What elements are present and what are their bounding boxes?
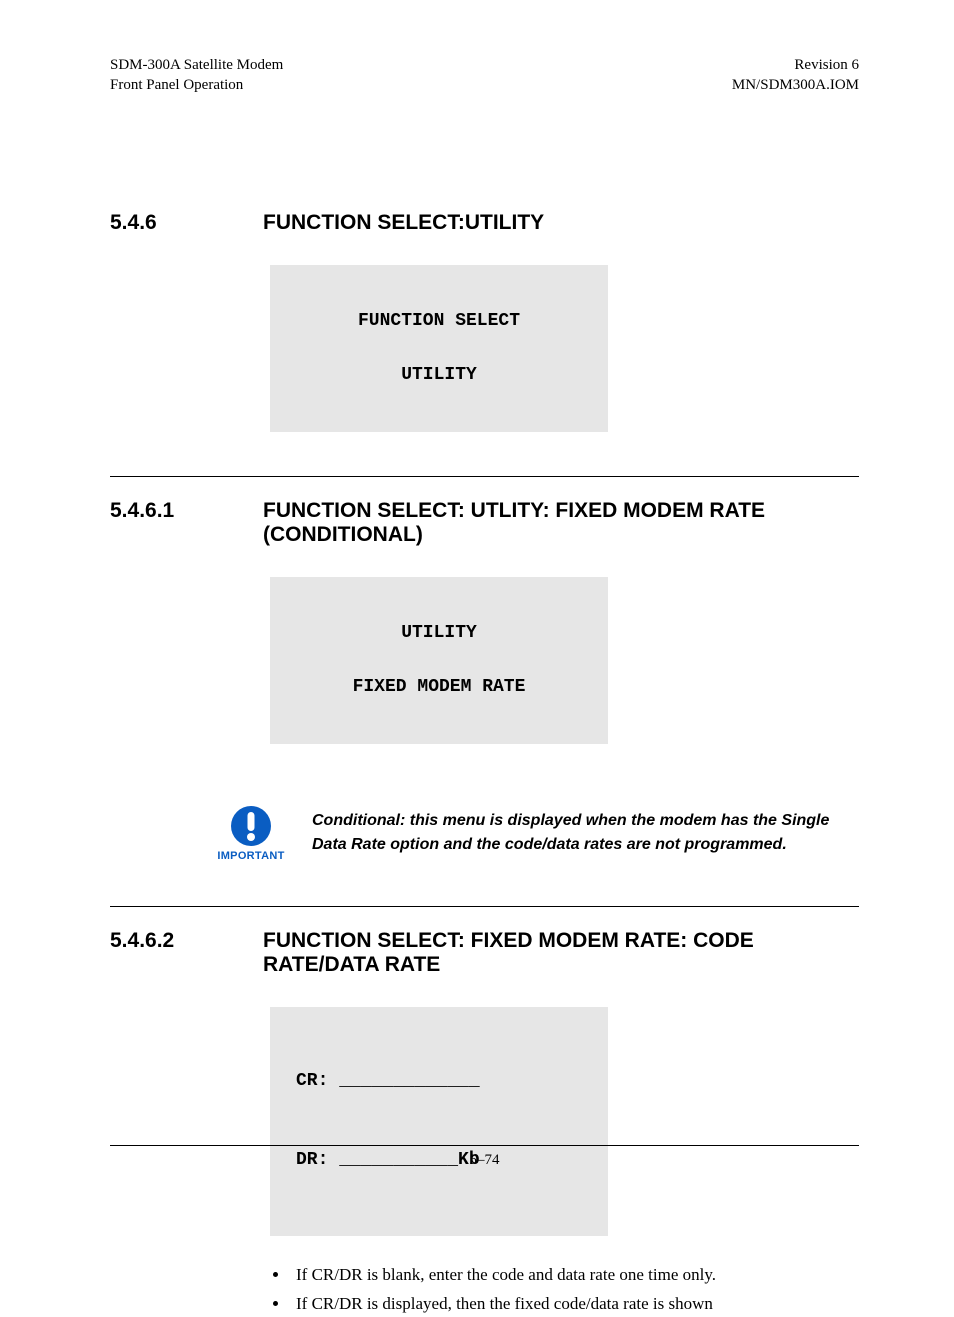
page-header: SDM-300A Satellite Modem Front Panel Ope…	[110, 55, 859, 96]
instruction-list: If CR/DR is blank, enter the code and da…	[290, 1262, 859, 1317]
header-product: SDM-300A Satellite Modem	[110, 55, 283, 75]
section-heading-546: 5.4.6 FUNCTION SELECT:UTILITY	[110, 211, 859, 235]
lcd-line-1: FUNCTION SELECT	[280, 308, 598, 335]
section-title: FUNCTION SELECT: FIXED MODEM RATE: CODE …	[263, 929, 859, 977]
header-revision: Revision 6	[732, 55, 859, 75]
lcd-display-5462: CR: _____________ DR: ___________Kb	[270, 1007, 608, 1237]
lcd-line-cr: CR: _____________	[296, 1062, 582, 1102]
lcd-line-1: UTILITY	[280, 620, 598, 647]
list-item: If CR/DR is blank, enter the code and da…	[290, 1262, 859, 1288]
lcd-display-546: FUNCTION SELECT UTILITY	[270, 265, 608, 432]
list-item: If CR/DR is displayed, then the fixed co…	[290, 1291, 859, 1317]
footer-rule	[110, 1145, 859, 1146]
important-icon: IMPORTANT	[220, 804, 282, 862]
header-docnum: MN/SDM300A.IOM	[732, 75, 859, 95]
lcd-display-5461: UTILITY FIXED MODEM RATE	[270, 577, 608, 744]
section-number: 5.4.6.2	[110, 929, 263, 977]
section-heading-5461: 5.4.6.1 FUNCTION SELECT: UTLITY: FIXED M…	[110, 499, 859, 547]
page-number: 5–74	[470, 1152, 500, 1168]
section-number: 5.4.6.1	[110, 499, 263, 547]
page-footer: 5–74	[110, 1145, 859, 1169]
important-note: IMPORTANT Conditional: this menu is disp…	[220, 804, 859, 862]
header-subtitle: Front Panel Operation	[110, 75, 283, 95]
divider	[110, 476, 859, 477]
section-title: FUNCTION SELECT:UTILITY	[263, 211, 859, 235]
section-number: 5.4.6	[110, 211, 263, 235]
divider	[110, 906, 859, 907]
section-heading-5462: 5.4.6.2 FUNCTION SELECT: FIXED MODEM RAT…	[110, 929, 859, 977]
lcd-line-2: UTILITY	[280, 362, 598, 389]
section-title: FUNCTION SELECT: UTLITY: FIXED MODEM RAT…	[263, 499, 859, 547]
important-text: Conditional: this menu is displayed when…	[312, 809, 842, 855]
lcd-line-2: FIXED MODEM RATE	[280, 674, 598, 701]
important-label: IMPORTANT	[217, 850, 284, 862]
